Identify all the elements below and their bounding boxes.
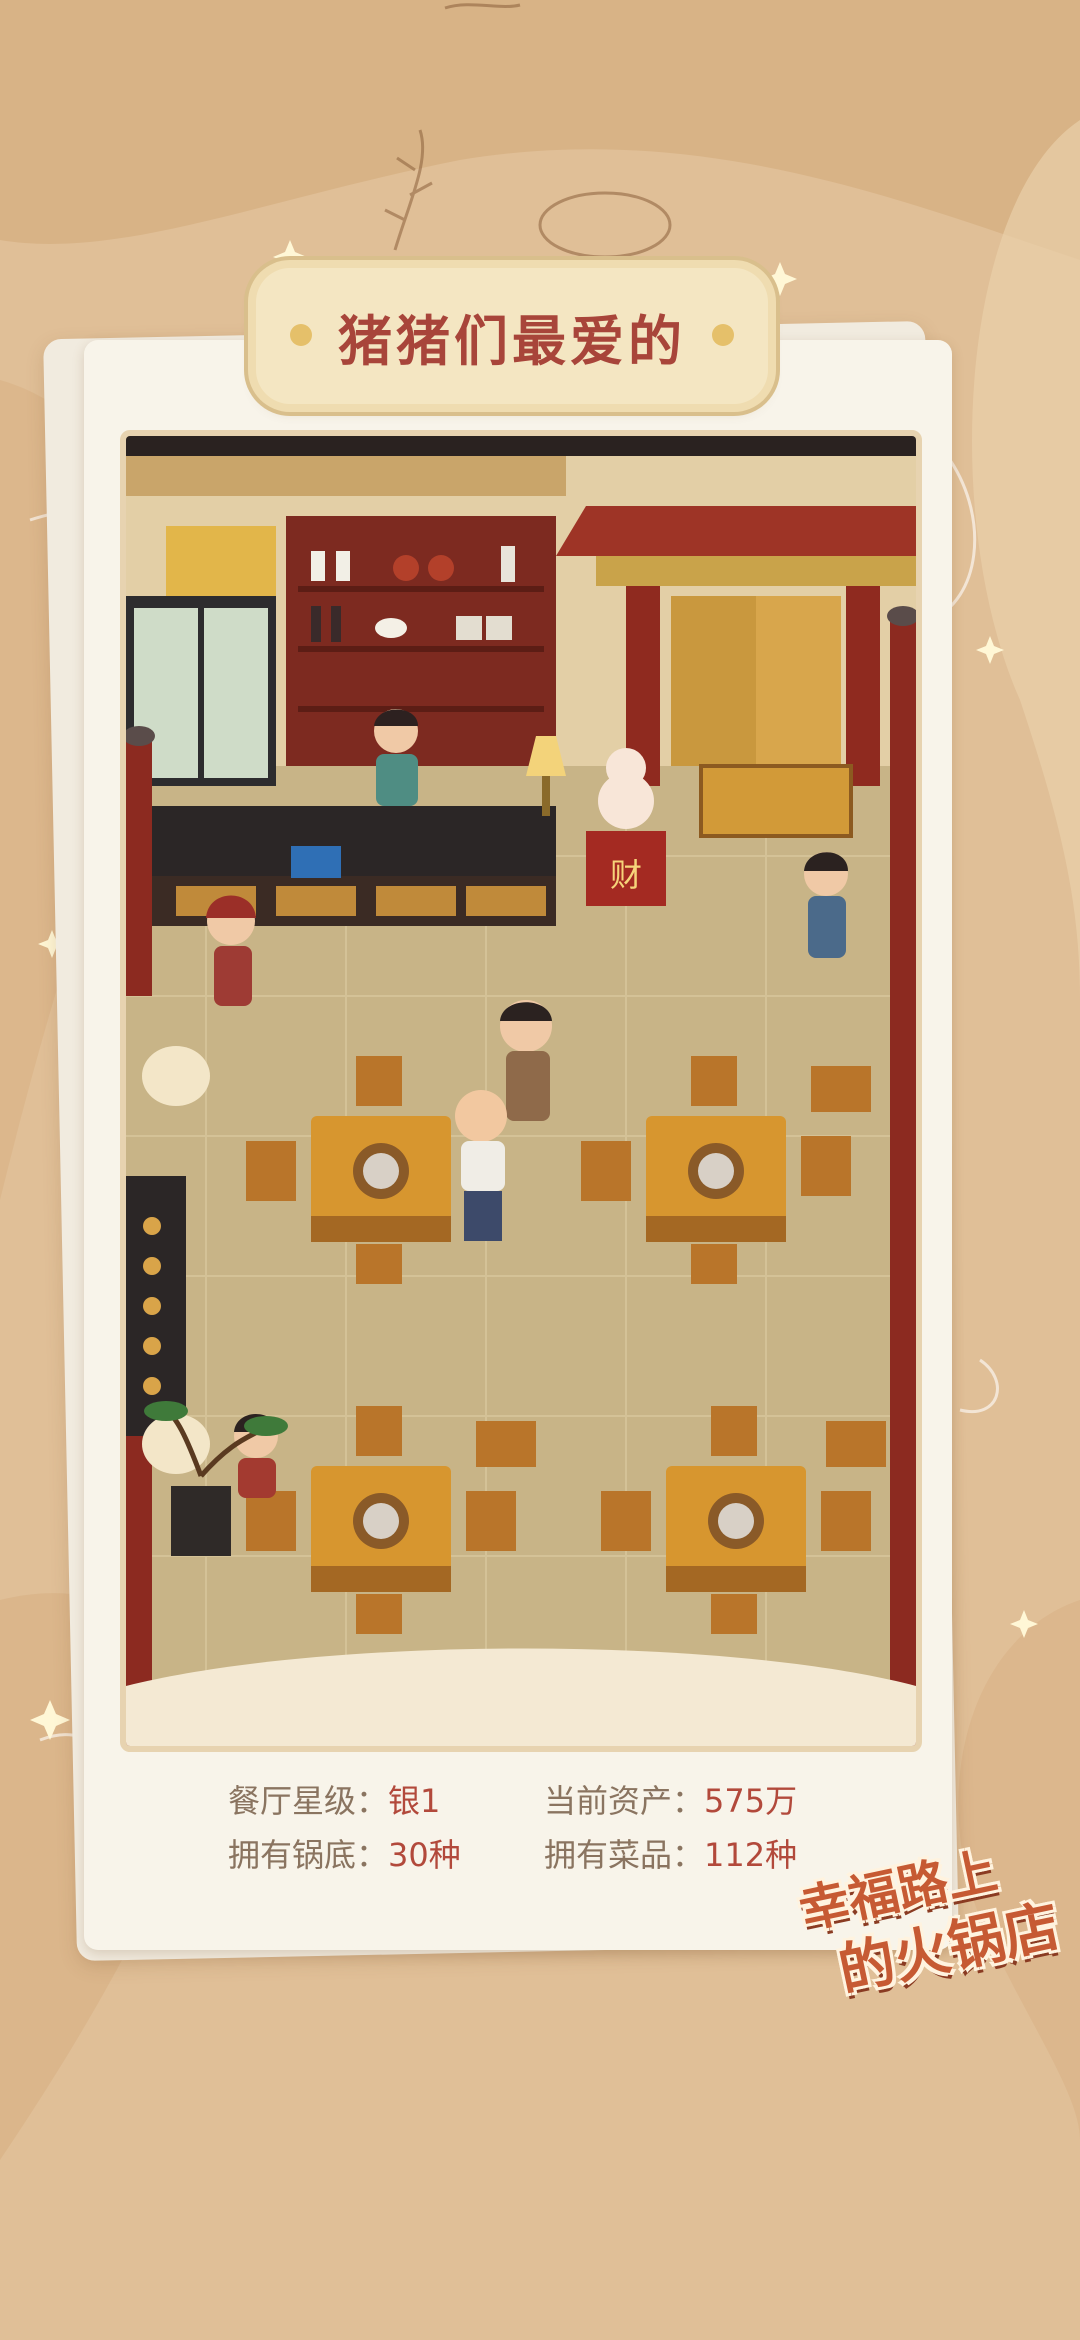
- stat-star-level: 餐厅星级：银1: [228, 1776, 440, 1822]
- cashier-character: [374, 709, 418, 806]
- stat-assets: 当前资产：575万: [544, 1776, 797, 1822]
- stat-base-label: 拥有锅底：: [228, 1836, 389, 1874]
- restaurant-scene-frame: 财: [120, 430, 922, 1752]
- stat-dish-label: 拥有菜品：: [544, 1836, 705, 1874]
- restaurant-scene: 财: [126, 436, 916, 1746]
- bar-counter: [146, 806, 556, 926]
- banner-dot-left: [290, 324, 312, 346]
- stat-dishes: 拥有菜品：112种: [544, 1830, 797, 1876]
- liquor-shelf: [286, 516, 556, 766]
- banner-dot-right: [712, 324, 734, 346]
- banner-title: 猪猪们最爱的: [338, 309, 686, 373]
- fortune-sign: 财: [610, 856, 642, 894]
- stat-asset-label: 当前资产：: [544, 1782, 705, 1820]
- stat-soup-bases: 拥有锅底：30种: [228, 1830, 461, 1876]
- stat-star-value: 银1: [388, 1782, 441, 1820]
- title-banner: 猪猪们最爱的: [256, 268, 768, 404]
- stat-base-value: 30种: [388, 1836, 461, 1874]
- stat-star-label: 餐厅星级：: [228, 1782, 389, 1820]
- stat-asset-value: 575万: [704, 1782, 798, 1820]
